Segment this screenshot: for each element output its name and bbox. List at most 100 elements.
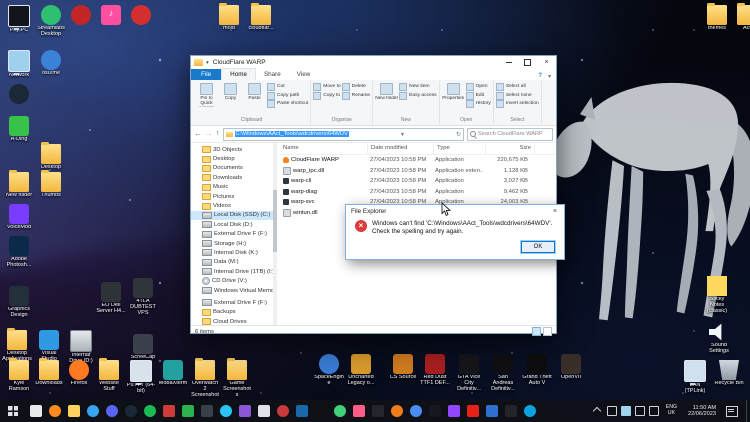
ribbon-invert-selection[interactable]: Invert selection — [496, 100, 539, 109]
desktop-icon-sound-settings[interactable]: Sound Settings — [704, 322, 734, 355]
column-header-date-modified[interactable]: Date modified — [368, 143, 434, 154]
desktop-icon-screecap[interactable]: ScreeCap — [128, 334, 158, 361]
start-button[interactable] — [0, 400, 26, 422]
taskbar-app-2[interactable] — [45, 400, 64, 422]
clock[interactable]: 11:50 AM 22/06/2023 — [688, 405, 716, 418]
sidebar-item-music[interactable]: Music — [191, 183, 277, 192]
ok-button[interactable]: OK — [521, 241, 555, 253]
taskbar-app-11[interactable] — [216, 400, 235, 422]
sidebar-item-backups[interactable]: Backups — [191, 308, 277, 317]
desktop-icon-red-dust-ttf1-def[interactable]: Red Dust TTF1 DEF... — [420, 354, 450, 387]
desktop-icon-website-stuff[interactable]: Website Stuff — [94, 360, 124, 393]
desktop-icon-thumbs[interactable]: Thumbs — [36, 172, 66, 199]
ribbon-copy-path[interactable]: Copy path — [267, 92, 308, 101]
desktop-icon-game-screenshots[interactable]: Game Screenshots — [222, 360, 252, 399]
desktop-icon-voicemod[interactable]: VoiceMod — [4, 204, 34, 231]
sidebar-item-documents[interactable]: Documents — [191, 164, 277, 173]
taskbar-app-14[interactable] — [273, 400, 292, 422]
taskbar-app-20[interactable] — [387, 400, 406, 422]
ribbon-new-item[interactable]: New item — [399, 83, 436, 92]
desktop-icon-openvii[interactable]: OpenVII — [556, 354, 586, 381]
ribbon-copy[interactable]: Copy — [219, 81, 242, 101]
ribbon-new-folder[interactable]: New folder — [375, 81, 398, 101]
minimize-button[interactable] — [499, 56, 518, 69]
desktop-icon-cloudflar[interactable]: cloudflar... — [246, 5, 276, 32]
sidebar-item-external-drive-f-f[interactable]: External Drive F (F:) — [191, 298, 277, 307]
ribbon-pin-to-quick-access[interactable]: Pin to Quick access — [195, 81, 218, 107]
search-box[interactable]: Search CloudFlare WARP — [467, 128, 553, 141]
ribbon-history[interactable]: History — [466, 100, 491, 109]
taskbar-app-16[interactable] — [311, 400, 330, 422]
ribbon-paste[interactable]: Paste — [243, 81, 266, 101]
desktop-icon-graphics-design[interactable]: Graphics Design — [4, 286, 34, 319]
tab-view[interactable]: View — [289, 69, 319, 80]
desktop-icon-sticky-notes-classic[interactable]: Sticky Notes (classic) — [702, 276, 732, 315]
ribbon-collapse-icon[interactable]: ▾ — [548, 73, 551, 80]
refresh-icon[interactable]: ↻ — [456, 131, 461, 138]
ribbon-delete[interactable]: Delete — [342, 83, 371, 92]
desktop-icon-app[interactable] — [66, 5, 96, 26]
desktop-icon-app[interactable]: ♪ — [96, 5, 126, 26]
desktop-icon-adobe-photosh[interactable]: Adobe Photosh... — [4, 236, 34, 269]
sidebar-item-storage-h[interactable]: Storage (H:) — [191, 239, 277, 248]
taskbar-app-5[interactable] — [102, 400, 121, 422]
taskbar-app-3[interactable] — [64, 400, 83, 422]
taskbar-app-17[interactable] — [330, 400, 349, 422]
address-bar[interactable]: C:\Windows\AAct_Tools\wdcdrivers\64WDV ▾… — [223, 128, 465, 141]
desktop-icon-overwatch-2-screenshots[interactable]: Overwatch 2 Screenshots — [190, 360, 220, 399]
file-row-cloudflare-warp[interactable]: CloudFlare WARP27/04/2023 10:58 PMApplic… — [280, 155, 556, 166]
large-icons-view-icon[interactable] — [543, 327, 552, 336]
taskbar-app-4[interactable] — [83, 400, 102, 422]
desktop-icon-new-folder[interactable]: New folder — [4, 172, 34, 199]
desktop-icon-eo-dell-server-h4[interactable]: EO Dell Server H4... — [96, 282, 126, 315]
sidebar-item-data-m[interactable]: Data (M:) — [191, 258, 277, 267]
quick-access-toolbar-chevron-icon[interactable]: ▾ — [206, 60, 209, 66]
details-view-icon[interactable] — [532, 327, 541, 336]
taskbar-app-27[interactable] — [520, 400, 539, 422]
taskbar-app-1[interactable] — [26, 400, 45, 422]
ribbon-paste-shortcut[interactable]: Paste shortcut — [267, 100, 308, 109]
sidebar-item-3d-objects[interactable]: 3D Objects — [191, 145, 277, 154]
file-row-warp-cli[interactable]: warp-cli27/04/2023 10:58 PMApplication3,… — [280, 176, 556, 187]
taskbar-app-8[interactable] — [159, 400, 178, 422]
sidebar-item-cloud-drives[interactable]: Cloud Drives — [191, 317, 277, 325]
desktop-icon-downloads[interactable]: Downloads — [34, 360, 64, 387]
ribbon-copy-to[interactable]: Copy to — [313, 92, 340, 101]
taskbar-app-23[interactable] — [444, 400, 463, 422]
taskbar-app-13[interactable] — [254, 400, 273, 422]
sidebar-item-windows-virtual-memory-j[interactable]: Windows Virtual Memory (J:) — [191, 286, 277, 295]
taskbar-app-6[interactable] — [121, 400, 140, 422]
taskbar-app-18[interactable] — [349, 400, 368, 422]
desktop-icon-act[interactable]: Act — [732, 5, 750, 32]
ribbon-properties[interactable]: Properties — [442, 81, 465, 101]
sidebar-item-internal-drive-1tb-i[interactable]: Internal Drive (1TB) (I:) — [191, 267, 277, 276]
taskbar-app-25[interactable] — [482, 400, 501, 422]
taskbar-app-24[interactable] — [463, 400, 482, 422]
desktop-icon-mobaxterm[interactable]: MobaXterm — [158, 360, 188, 387]
ribbon-rename[interactable]: Rename — [342, 92, 371, 101]
desktop-icon-recycle-bin[interactable]: Recycle Bin — [714, 360, 744, 387]
forward-button[interactable]: → — [205, 126, 213, 142]
file-row-warp-ipc-dll[interactable]: warp_ipc.dll27/04/2023 10:58 PMApplicati… — [280, 166, 556, 177]
up-button[interactable]: ↑ — [216, 126, 220, 142]
taskbar-app-10[interactable] — [197, 400, 216, 422]
dialog-close-button[interactable]: × — [546, 208, 564, 215]
taskbar-app-7[interactable] — [140, 400, 159, 422]
desktop-icon-putty-64-bit[interactable]: PuTTY (64-bit) — [126, 360, 156, 395]
desktop-icon-themes[interactable]: themes — [702, 5, 732, 32]
desktop-icon-pny-pc[interactable]: Pny PC — [4, 5, 34, 34]
taskbar-app-26[interactable] — [501, 400, 520, 422]
desktop-icon-network[interactable]: Network — [4, 50, 34, 79]
ribbon-move-to[interactable]: Move to — [313, 83, 340, 92]
taskbar-app-9[interactable] — [178, 400, 197, 422]
address-dropdown-icon[interactable]: ▾ — [401, 131, 404, 138]
ribbon-open[interactable]: Open — [466, 83, 491, 92]
ribbon-select-none[interactable]: Select none — [496, 92, 539, 101]
show-desktop-button[interactable] — [746, 400, 750, 422]
desktop-icon-grand-theft-auto-v[interactable]: Grand Theft Auto V — [522, 354, 552, 387]
desktop-icon-streamlabs-desktop[interactable]: Streamlabs Desktop — [36, 5, 66, 38]
ribbon-select-all[interactable]: Select all — [496, 83, 539, 92]
desktop-icon-san-andreas-definitiv[interactable]: San Andreas Definitiv... — [488, 354, 518, 393]
tray-icon-4[interactable] — [649, 406, 659, 416]
desktop-icon-app[interactable] — [4, 84, 34, 105]
